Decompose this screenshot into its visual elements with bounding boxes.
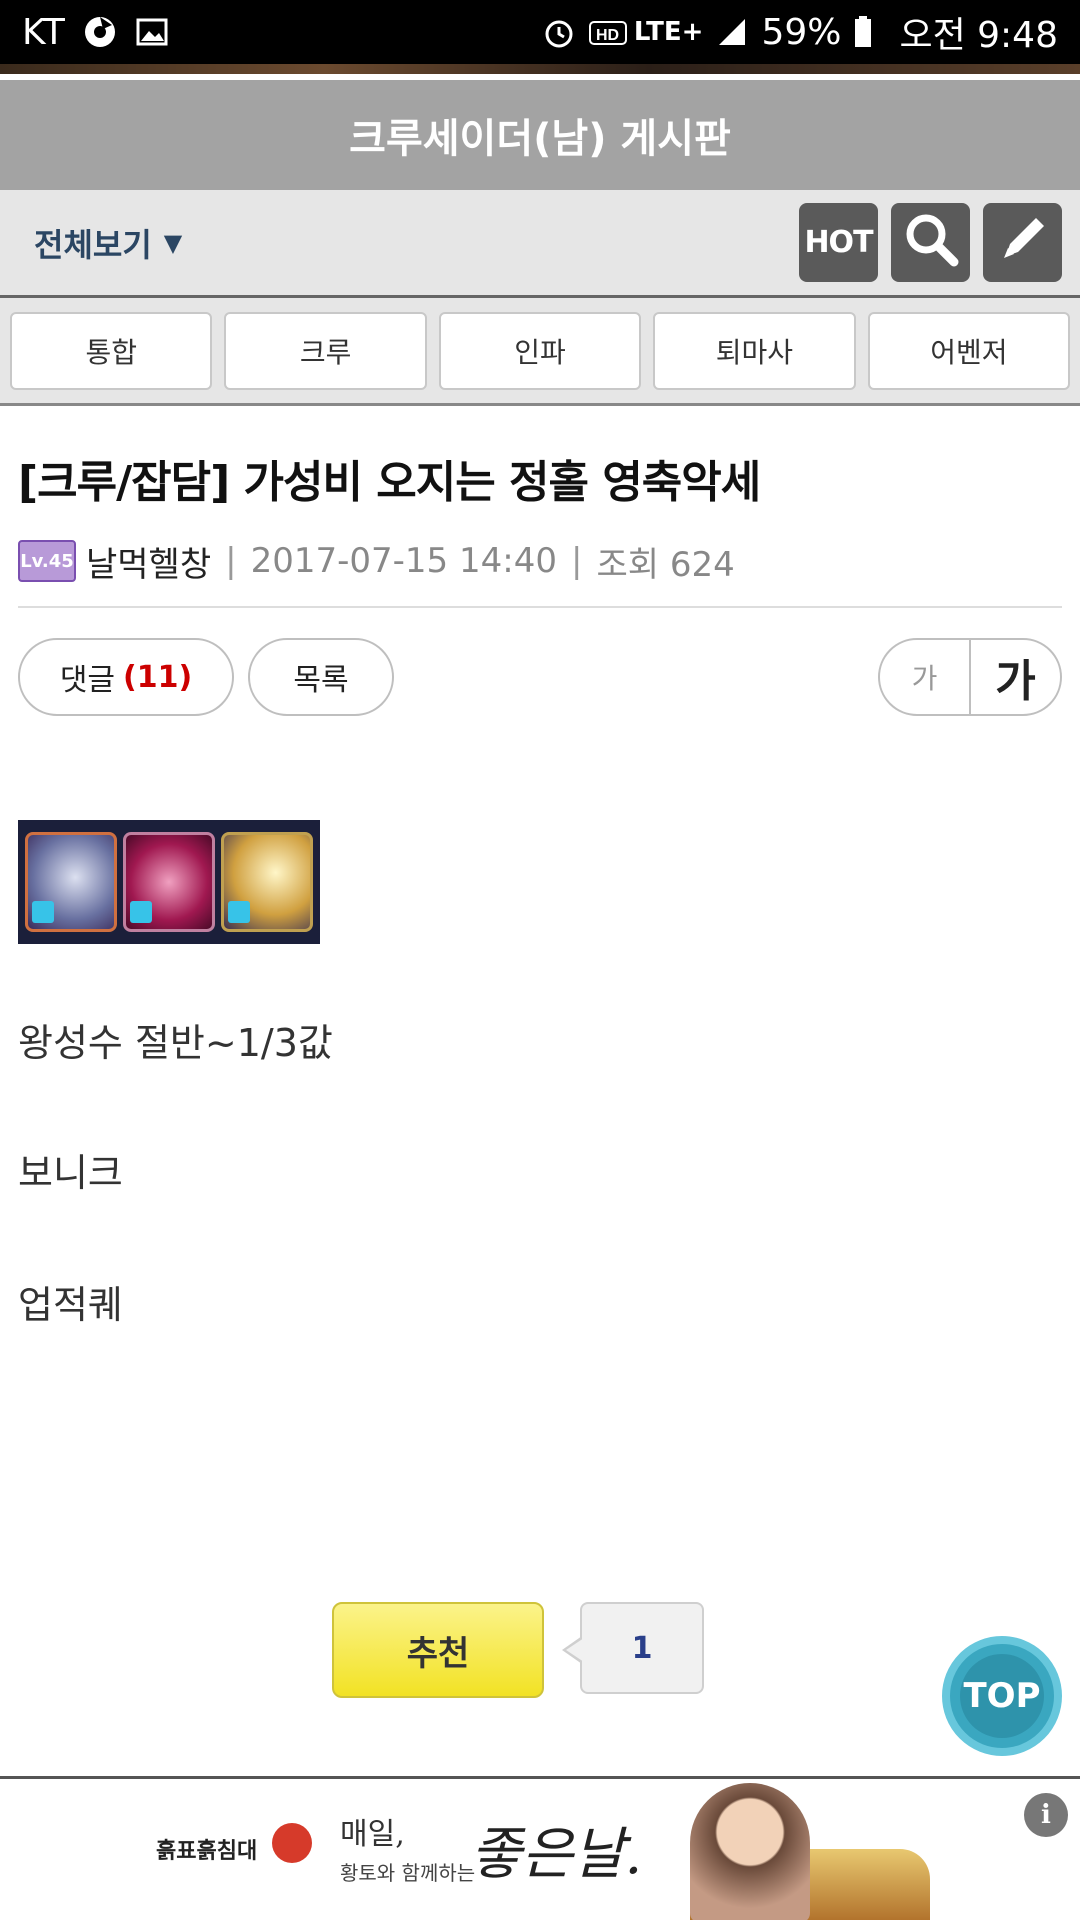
- post-date: 2017-07-15 14:40: [250, 541, 557, 581]
- board-title: 크루세이더(남) 게시판: [0, 80, 1080, 190]
- clock: 오전 9:48: [899, 15, 1058, 56]
- font-size-toggle: 가 가: [878, 638, 1062, 716]
- recommend-count: 1: [562, 1602, 704, 1694]
- hd-icon: HD: [588, 15, 627, 49]
- search-icon: [902, 210, 960, 276]
- recommend-button[interactable]: 추천: [332, 1602, 544, 1698]
- alarm-icon: [542, 15, 576, 49]
- tab-crew[interactable]: 크루: [224, 311, 427, 390]
- ad-brand: 흙표흙침대: [156, 1839, 258, 1864]
- lock-icon: [32, 901, 54, 923]
- item-icon: [25, 832, 117, 932]
- ad-copy-line2: 황토와 함께하는: [340, 1861, 476, 1885]
- svg-text:HD: HD: [596, 27, 619, 44]
- info-icon[interactable]: i: [1024, 1793, 1068, 1837]
- view-filter-label: 전체보기: [34, 225, 152, 264]
- scroll-top-button[interactable]: TOP: [942, 1636, 1062, 1756]
- carrier-label: KT: [22, 11, 65, 53]
- battery-percent: 59%: [761, 11, 842, 53]
- view-filter-dropdown[interactable]: 전체보기 ▼: [34, 220, 182, 266]
- gallery-icon: [135, 15, 169, 49]
- post-body-line: 보니크: [18, 1151, 123, 1195]
- status-bar: KT HD LTE+ 59% 오전 9:48: [0, 0, 1080, 64]
- item-icon: [221, 832, 313, 932]
- tab-infighter[interactable]: 인파: [438, 311, 642, 390]
- chrome-icon: [83, 15, 117, 49]
- item-icon: [123, 832, 215, 932]
- list-button[interactable]: 목록: [248, 638, 394, 716]
- font-large-button[interactable]: 가: [971, 640, 1060, 714]
- brand-logo-icon: [272, 1823, 312, 1863]
- font-small-button[interactable]: 가: [880, 640, 971, 714]
- lock-icon: [130, 901, 152, 923]
- tab-exorcist[interactable]: 퇴마사: [653, 311, 856, 390]
- write-button[interactable]: [983, 203, 1062, 282]
- meta-separator: |: [225, 541, 237, 581]
- meta-separator: |: [570, 541, 583, 581]
- caret-down-icon: ▼: [163, 228, 183, 257]
- ad-signature: 좋은날.: [470, 1822, 643, 1887]
- pencil-icon: [994, 210, 1052, 276]
- post-body-line: 업적퀘: [18, 1283, 123, 1327]
- battery-icon: [853, 15, 887, 49]
- list-label: 목록: [293, 663, 349, 698]
- hot-label: HOT: [804, 225, 873, 260]
- search-button[interactable]: [891, 203, 970, 282]
- lock-icon: [228, 901, 250, 923]
- ad-banner[interactable]: 흙표흙침대 매일, 황토와 함께하는 좋은날. i: [0, 1776, 1080, 1920]
- post-title: [크루/잡담] 가성비 오지는 정홀 영축악세: [18, 457, 761, 508]
- signal-icon: [715, 15, 749, 49]
- tab-tonghap[interactable]: 통합: [10, 311, 213, 390]
- post-body-line: 왕성수 절반~1/3값: [18, 1021, 333, 1065]
- post-meta: Lv.45 날먹헬창 | 2017-07-15 14:40 | 조회 624: [18, 532, 1062, 608]
- hero-banner-strip: [0, 64, 1080, 80]
- tab-avenger[interactable]: 어벤저: [867, 311, 1071, 390]
- hot-button[interactable]: HOT: [799, 203, 878, 282]
- ad-model-image: [690, 1783, 810, 1920]
- network-label: LTE+: [633, 17, 704, 47]
- board-toolbar: 전체보기 ▼ HOT: [0, 190, 1080, 298]
- comments-count: (11): [123, 659, 193, 695]
- comments-button[interactable]: 댓글 (11): [18, 638, 234, 716]
- post-actions: 댓글 (11) 목록 가 가: [18, 638, 1062, 716]
- author-name[interactable]: 날먹헬창: [86, 537, 211, 586]
- level-badge: Lv.45: [18, 540, 76, 582]
- top-label: TOP: [960, 1654, 1044, 1738]
- comments-label: 댓글: [59, 663, 116, 698]
- post-image[interactable]: [18, 820, 320, 944]
- view-count: 조회 624: [596, 544, 735, 585]
- category-tabs: 통합 크루 인파 퇴마사 어벤저: [0, 298, 1080, 406]
- ad-copy-line1: 매일,: [340, 1817, 405, 1852]
